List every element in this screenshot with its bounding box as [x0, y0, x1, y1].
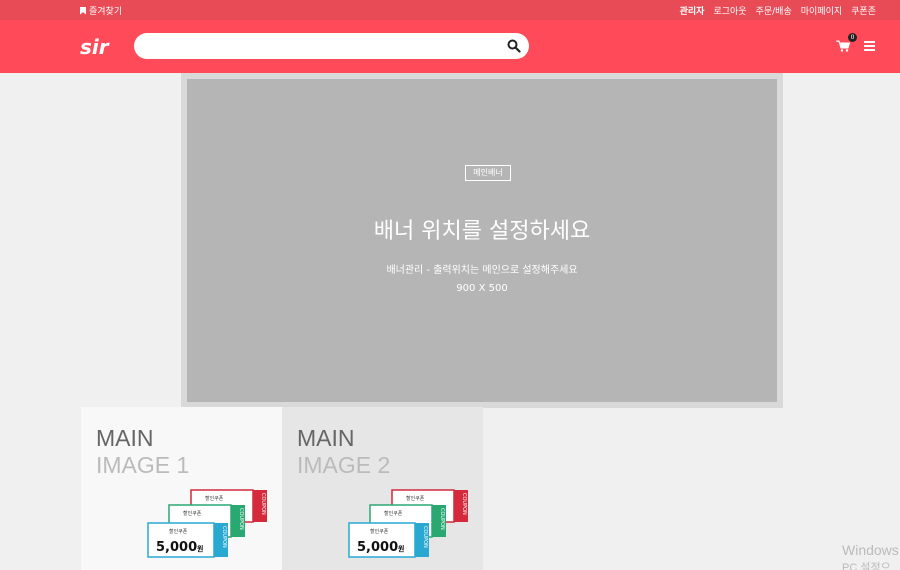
coupon-label: 할인쿠폰 — [205, 495, 224, 502]
coupon-side-text: COUPON — [422, 526, 428, 548]
coupon-label: 할인쿠폰 — [384, 510, 403, 517]
bookmark-link[interactable]: 즐겨찾기 — [80, 4, 122, 17]
banner-description: 배너관리 - 출력위치는 메인으로 설정해주세요 — [386, 265, 578, 276]
windows-watermark: Windows PC 설정으로 — [842, 542, 900, 570]
coupon-blue: 할인쿠폰 5,000 원 COUPON — [348, 522, 429, 558]
coupon-amount: 5,000 — [357, 540, 398, 555]
coupon-side-text: COUPON — [461, 493, 467, 515]
main-header: sir 0 — [0, 20, 900, 73]
search-bar — [134, 33, 529, 59]
coupon-zone-link[interactable]: 쿠폰존 — [851, 4, 876, 17]
coupon-illustration: 할인쿠폰 COUPON 할인쿠폰 COUPON 할인쿠폰 5,000 원 COU… — [147, 489, 267, 558]
coupon-illustration: 할인쿠폰 COUPON 할인쿠폰 COUPON 할인쿠폰 5,000 원 COU… — [348, 489, 468, 558]
cart-icon[interactable] — [836, 40, 850, 52]
mypage-link[interactable]: 마이페이지 — [801, 4, 842, 17]
bookmark-icon — [80, 6, 86, 15]
tile-title-line1: MAIN — [297, 425, 355, 451]
search-input[interactable] — [148, 37, 488, 55]
site-logo[interactable]: sir — [80, 36, 116, 58]
search-icon[interactable] — [507, 39, 521, 53]
coupon-label: 할인쿠폰 — [169, 528, 188, 535]
order-shipping-link[interactable]: 주문/배송 — [756, 4, 792, 17]
tile-title-line2: IMAGE 1 — [96, 452, 190, 478]
coupon-side-text: COUPON — [221, 526, 227, 548]
coupon-label: 할인쿠폰 — [370, 528, 389, 535]
coupon-label: 할인쿠폰 — [406, 495, 425, 502]
cart-count-badge: 0 — [848, 33, 857, 42]
watermark-line1: Windows — [842, 542, 899, 558]
main-banner[interactable]: 메인배너 배너 위치를 설정하세요 배너관리 - 출력위치는 메인으로 설정해주… — [187, 79, 777, 402]
coupon-label: 할인쿠폰 — [183, 510, 202, 517]
coupon-blue: 할인쿠폰 5,000 원 COUPON — [147, 522, 228, 558]
coupon-side-text: COUPON — [439, 508, 445, 530]
watermark-line2: PC 설정으로 — [842, 562, 891, 570]
main-image-tile-1[interactable]: MAIN IMAGE 1 할인쿠폰 COUPON 할인쿠폰 COUPON 할인쿠… — [81, 407, 282, 570]
coupon-unit: 원 — [398, 544, 404, 553]
admin-link[interactable]: 관리자 — [680, 4, 705, 17]
top-utility-bar: 즐겨찾기 관리자 로그아웃 주문/배송 마이페이지 쿠폰존 — [0, 0, 900, 20]
coupon-side-text: COUPON — [238, 508, 244, 530]
banner-headline: 배너 위치를 설정하세요 — [373, 219, 591, 244]
banner-tag: 메인배너 — [465, 165, 511, 181]
banner-size: 900 X 500 — [456, 283, 508, 294]
hamburger-menu-icon[interactable] — [864, 41, 875, 51]
top-links: 관리자 로그아웃 주문/배송 마이페이지 쿠폰존 — [680, 4, 876, 17]
coupon-unit: 원 — [197, 544, 203, 553]
main-image-tile-2[interactable]: MAIN IMAGE 2 할인쿠폰 COUPON 할인쿠폰 COUPON 할인쿠… — [282, 407, 483, 570]
tile-title-line2: IMAGE 2 — [297, 452, 391, 478]
coupon-amount: 5,000 — [156, 540, 197, 555]
main-banner-frame: 메인배너 배너 위치를 설정하세요 배너관리 - 출력위치는 메인으로 설정해주… — [181, 73, 783, 408]
bookmark-label: 즐겨찾기 — [89, 7, 123, 17]
coupon-side-text: COUPON — [260, 493, 266, 515]
logout-link[interactable]: 로그아웃 — [713, 4, 746, 17]
tile-title-line1: MAIN — [96, 425, 154, 451]
logo-text: sir — [80, 36, 110, 58]
